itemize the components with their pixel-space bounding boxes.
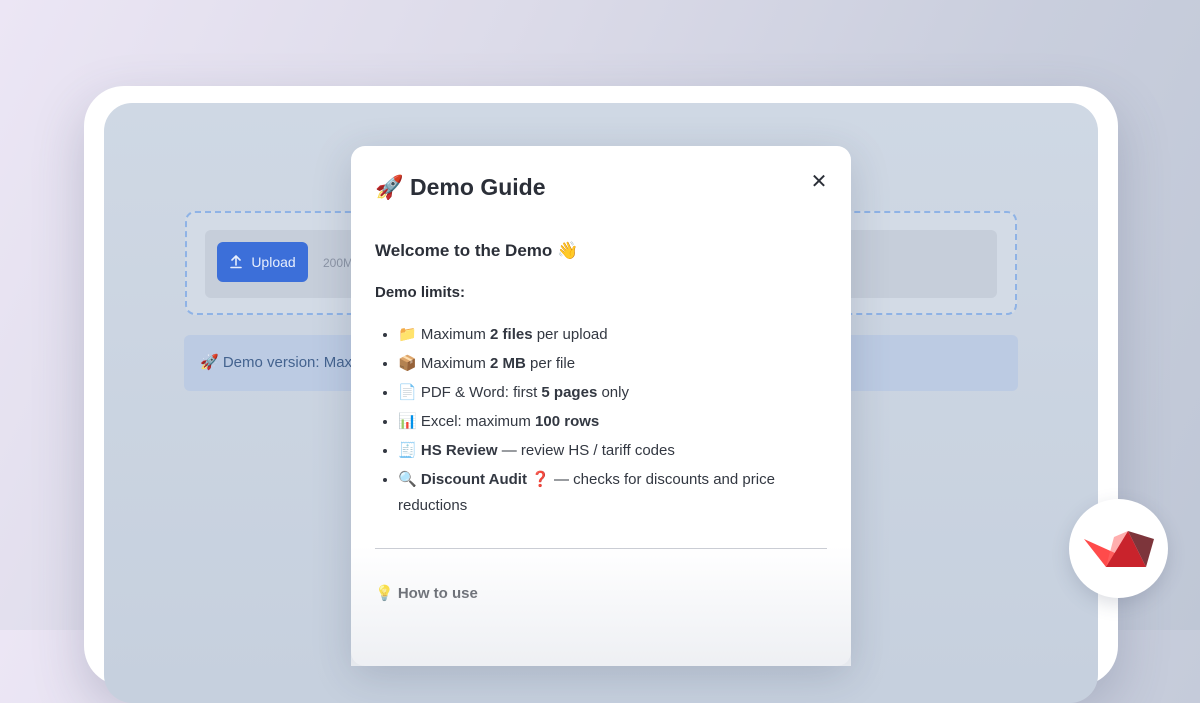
upload-icon	[230, 255, 243, 269]
limits-list: 📁 Maximum 2 files per upload 📦 Maximum 2…	[375, 320, 818, 519]
list-item: 📊 Excel: maximum 100 rows	[398, 407, 818, 436]
list-item: 📦 Maximum 2 MB per file	[398, 349, 818, 378]
info-banner-text: 🚀 Demo version: Max	[200, 354, 353, 371]
modal-title: 🚀 Demo Guide	[375, 174, 546, 200]
list-item: 📁 Maximum 2 files per upload	[398, 320, 818, 349]
size-hint: 200M	[323, 256, 354, 270]
how-to-use-heading: 💡 How to use	[375, 585, 478, 602]
demo-guide-modal: 🚀 Demo Guide ✕ Welcome to the Demo 👋 Dem…	[351, 146, 851, 666]
logo-badge	[1069, 499, 1168, 598]
close-button[interactable]: ✕	[809, 170, 829, 192]
limits-label: Demo limits:	[375, 284, 466, 301]
section-divider	[375, 548, 827, 549]
list-item: 🧾 HS Review — review HS / tariff codes	[398, 436, 818, 465]
upload-button[interactable]: Upload	[217, 242, 308, 282]
modal-fade-overlay	[351, 546, 851, 666]
list-item: 📄 PDF & Word: first 5 pages only	[398, 378, 818, 407]
streamlit-logo-icon	[1084, 531, 1154, 567]
list-item: 🔍 Discount Audit ❓ — checks for discount…	[398, 467, 818, 519]
welcome-heading: Welcome to the Demo 👋	[375, 241, 579, 260]
upload-label: Upload	[251, 254, 296, 270]
